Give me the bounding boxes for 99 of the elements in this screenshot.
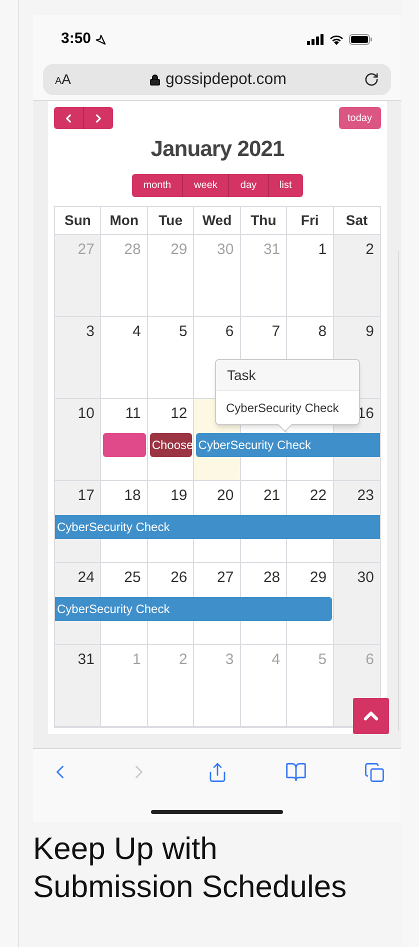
wifi-icon (329, 34, 344, 45)
caption-text: Keep Up with Submission Schedules (33, 830, 348, 906)
day-cell[interactable]: 7 (240, 317, 286, 349)
day-number: 1 (318, 240, 327, 260)
day-cell[interactable]: 2 (334, 235, 380, 267)
popover-text: CyberSecurity Check (226, 400, 339, 416)
address-bar[interactable]: AA gossipdepot.com (43, 64, 391, 95)
day-cell[interactable]: 1 (287, 235, 333, 267)
day-number: 30 (357, 568, 374, 588)
day-number: 27 (78, 240, 94, 260)
view-button[interactable]: week (183, 174, 230, 197)
day-number: 4 (132, 322, 141, 342)
day-number: 10 (78, 404, 94, 424)
status-time: 3:50 (61, 29, 92, 50)
day-cell[interactable]: 18 (101, 481, 147, 513)
next-button[interactable] (84, 107, 113, 129)
day-number: 27 (217, 568, 234, 588)
bookmarks-icon[interactable] (285, 761, 307, 783)
url-text: gossipdepot.com (166, 70, 286, 90)
day-number: 6 (225, 322, 234, 342)
event-bar[interactable]: CyberSecurity Check (55, 597, 332, 621)
reload-icon[interactable] (364, 72, 379, 87)
day-number: 20 (217, 486, 234, 506)
day-number: 2 (178, 650, 188, 670)
day-cell[interactable]: 3 (55, 317, 100, 349)
scroll-to-top-button[interactable] (353, 698, 389, 734)
day-cell[interactable]: 4 (101, 317, 147, 349)
day-cell[interactable]: 28 (240, 563, 286, 595)
day-number: 9 (366, 322, 374, 342)
day-number: 29 (170, 240, 188, 260)
day-number: 30 (217, 240, 234, 260)
weekday-header: Wed (202, 211, 232, 230)
day-number: 5 (318, 650, 327, 670)
share-icon[interactable] (207, 762, 228, 782)
day-number: 19 (170, 486, 188, 506)
day-cell[interactable]: 11 (101, 399, 147, 431)
day-cell[interactable]: 19 (148, 481, 194, 513)
weekday-header: Sun (64, 211, 91, 230)
tabs-icon[interactable] (364, 762, 385, 782)
day-number: 7 (272, 322, 280, 342)
weekday-header: Mon (110, 211, 139, 230)
day-number: 28 (263, 568, 280, 588)
day-number: 28 (124, 240, 141, 260)
day-cell[interactable]: 29 (287, 563, 333, 595)
day-number: 12 (170, 404, 188, 424)
day-number: 25 (124, 568, 141, 588)
day-cell[interactable]: 6 (194, 317, 240, 349)
day-cell[interactable]: 30 (334, 563, 380, 595)
calendar-title: January 2021 (150, 135, 284, 163)
day-cell[interactable]: 25 (101, 563, 147, 595)
day-cell[interactable]: 17 (55, 481, 100, 513)
day-cell[interactable]: 31 (55, 645, 100, 677)
view-button[interactable]: month (132, 174, 184, 197)
day-number: 31 (78, 650, 94, 670)
day-cell[interactable]: 10 (55, 399, 100, 431)
day-number: 11 (125, 404, 141, 424)
day-cell[interactable]: 5 (148, 317, 194, 349)
day-number: 8 (318, 322, 327, 342)
day-cell[interactable]: 23 (334, 481, 380, 513)
view-button[interactable]: list (268, 174, 303, 197)
day-number: 22 (310, 486, 327, 506)
lock-icon (148, 74, 161, 86)
day-cell[interactable]: 26 (148, 563, 194, 595)
event-bar[interactable]: CyberSecurity Check (55, 515, 380, 539)
day-cell[interactable]: 27 (194, 563, 240, 595)
day-number: 17 (78, 486, 94, 506)
day-number: 18 (124, 486, 141, 506)
day-number: 3 (225, 650, 234, 670)
day-cell[interactable]: 8 (287, 317, 333, 349)
popover-title: Task (227, 366, 256, 384)
location-icon (95, 34, 106, 45)
day-number: 29 (310, 568, 327, 588)
battery-icon (349, 34, 373, 45)
weekday-header: Sat (346, 211, 368, 230)
day-number: 1 (132, 650, 141, 670)
day-number: 6 (366, 650, 374, 670)
day-number: 21 (263, 486, 280, 506)
previous-button[interactable] (54, 107, 84, 129)
day-number: 23 (357, 486, 374, 506)
text-size-button[interactable]: AA (55, 69, 72, 90)
weekday-header: Thu (250, 211, 276, 230)
day-cell[interactable]: 9 (334, 317, 380, 349)
event-bar[interactable]: CyberSecurity Check (196, 433, 380, 457)
day-cell[interactable]: 22 (287, 481, 333, 513)
day-number: 26 (170, 568, 188, 588)
day-number: 31 (263, 240, 280, 260)
view-button[interactable]: day (229, 174, 269, 197)
day-cell[interactable]: 24 (55, 563, 100, 595)
day-number: 2 (366, 240, 374, 260)
day-number: 5 (178, 322, 188, 342)
signal-icon (307, 34, 324, 45)
day-number: 4 (272, 650, 280, 670)
weekday-header: Tue (158, 211, 182, 230)
day-cell[interactable]: 21 (240, 481, 286, 513)
day-number: 3 (86, 322, 94, 342)
day-cell[interactable]: 20 (194, 481, 240, 513)
day-cell[interactable]: 12 (148, 399, 194, 431)
day-number: 24 (78, 568, 94, 588)
weekday-header: Fri (300, 211, 319, 230)
